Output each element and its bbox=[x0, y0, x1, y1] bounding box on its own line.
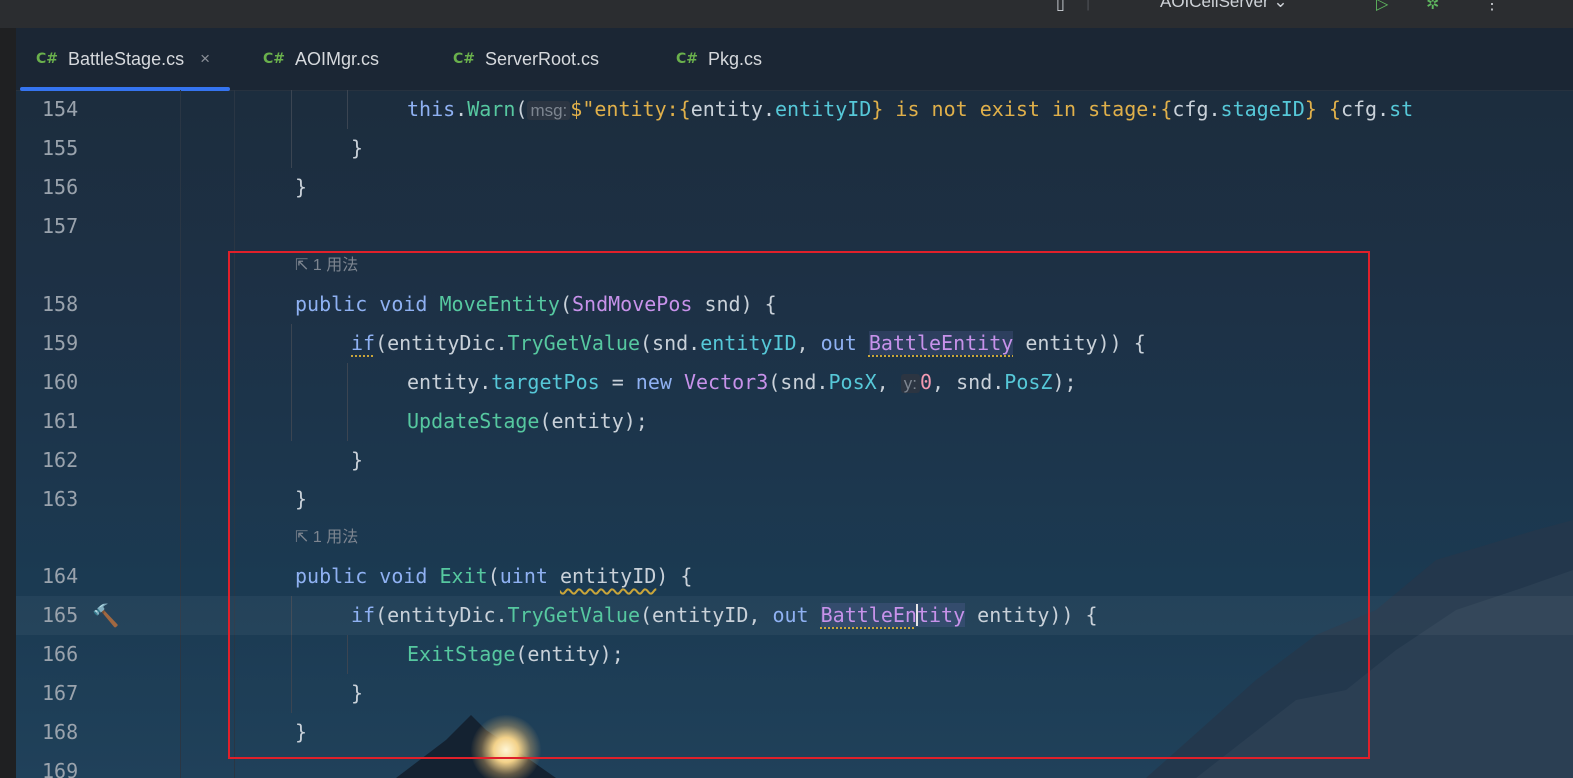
editor-tabs: C# BattleStage.cs × C# AOIMgr.cs C# Serv… bbox=[16, 28, 1573, 91]
code-text: this.Warn(msg: $"entity:{entity.entityID}… bbox=[407, 97, 1414, 121]
line-number: 160 bbox=[42, 370, 79, 394]
code-line[interactable]: 155 } bbox=[16, 129, 1573, 168]
code-line[interactable]: 156 } bbox=[16, 168, 1573, 207]
line-number: 158 bbox=[42, 292, 79, 316]
line-number: 168 bbox=[42, 720, 79, 744]
tool-window-strip bbox=[0, 28, 16, 778]
tab-aoimgr[interactable]: C# AOIMgr.cs bbox=[263, 28, 379, 90]
line-number: 166 bbox=[42, 642, 79, 666]
highlight-box bbox=[228, 251, 1370, 759]
line-number: 164 bbox=[42, 564, 79, 588]
line-number: 162 bbox=[42, 448, 79, 472]
code-text: } bbox=[295, 175, 308, 199]
run-icon[interactable]: ▷ bbox=[1376, 0, 1388, 14]
tab-pkg[interactable]: C# Pkg.cs bbox=[676, 28, 762, 90]
line-number: 154 bbox=[42, 97, 79, 121]
tab-label: Pkg.cs bbox=[708, 48, 763, 69]
tab-label: ServerRoot.cs bbox=[485, 48, 600, 69]
line-number: 165 bbox=[42, 603, 79, 627]
line-number: 163 bbox=[42, 487, 79, 511]
code-text: } bbox=[351, 136, 364, 160]
hammer-icon[interactable]: 🔨 bbox=[92, 596, 119, 635]
run-config-label: AOICellServer bbox=[1160, 0, 1269, 11]
code-line[interactable]: 157 bbox=[16, 207, 1573, 246]
csharp-icon: C# bbox=[676, 51, 699, 67]
code-line[interactable]: 154 this.Warn(msg: $"entity:{entity.entit… bbox=[16, 90, 1573, 129]
toolbar-divider: | bbox=[1086, 0, 1091, 11]
line-number: 159 bbox=[42, 331, 79, 355]
more-icon[interactable]: ⋮ bbox=[1484, 0, 1500, 14]
csharp-icon: C# bbox=[453, 51, 476, 67]
csharp-icon: C# bbox=[36, 51, 59, 67]
tab-label: AOIMgr.cs bbox=[295, 48, 380, 69]
tab-serverroot[interactable]: C# ServerRoot.cs bbox=[453, 28, 599, 90]
chevron-down-icon: ⌄ bbox=[1273, 0, 1288, 11]
debug-icon[interactable]: ✲ bbox=[1426, 0, 1439, 14]
top-toolbar: ▯ | AOICellServer ⌄ ▷ ✲ ⋮ bbox=[0, 0, 1573, 28]
device-icon[interactable]: ▯ bbox=[1056, 0, 1065, 14]
run-config-selector[interactable]: AOICellServer ⌄ bbox=[1160, 0, 1288, 12]
line-number: 161 bbox=[42, 409, 79, 433]
line-number: 155 bbox=[42, 136, 79, 160]
line-number: 156 bbox=[42, 175, 79, 199]
close-icon[interactable]: × bbox=[200, 49, 210, 69]
csharp-icon: C# bbox=[263, 51, 286, 67]
line-number: 169 bbox=[42, 759, 79, 778]
tab-label: BattleStage.cs bbox=[68, 48, 185, 69]
line-number: 167 bbox=[42, 681, 79, 705]
param-hint: msg: bbox=[527, 101, 571, 120]
tab-battlestage[interactable]: C# BattleStage.cs × bbox=[19, 28, 231, 91]
line-number: 157 bbox=[42, 214, 79, 238]
